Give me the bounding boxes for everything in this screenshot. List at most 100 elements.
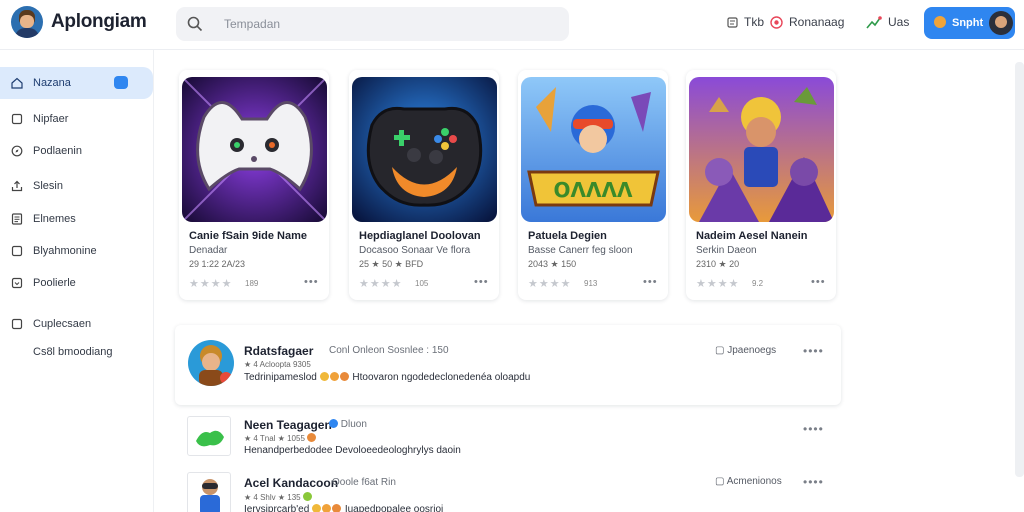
post-text: Henandperbedodee Devoloeedeologhrylys da… xyxy=(244,445,461,456)
sidebar-item-blyahmonine[interactable]: Blyahmonine xyxy=(0,235,153,267)
post-comments[interactable]: ▢ Acmenionos xyxy=(715,476,782,487)
emoji-icon xyxy=(329,372,339,381)
more-options-icon[interactable]: •••• xyxy=(803,422,824,436)
sidebar-item-slesin[interactable]: Slesin xyxy=(0,170,153,202)
post-comments-label: Jpaenoegs xyxy=(727,345,777,356)
box-icon xyxy=(11,277,23,289)
search-bar[interactable] xyxy=(176,7,569,41)
post-meta: ★ 4 Tnal ★ 1055 xyxy=(244,433,317,443)
game-card[interactable]: ΟΛΛΛΛ Patuela Degien Basse Canerr feg sl… xyxy=(518,70,668,300)
topnav-ronanaag[interactable]: Ronanaag xyxy=(770,15,844,29)
compass-icon xyxy=(11,145,23,157)
post-text-part: Iuapedpopalee oosrioi xyxy=(344,504,444,512)
rating-stars: ★★★★ xyxy=(359,278,403,290)
app-title: Aplongiam xyxy=(51,11,147,32)
signup-button-label: Snpht xyxy=(952,17,984,29)
post-text-part: Iervsiprcarb'ed xyxy=(244,504,310,512)
list-icon xyxy=(11,213,23,225)
post-author-avatar[interactable] xyxy=(187,472,231,512)
svg-text:ΟΛΛΛΛ: ΟΛΛΛΛ xyxy=(554,178,633,202)
sidebar-item-podlaenin[interactable]: Podlaenin xyxy=(0,135,153,167)
emoji-icon xyxy=(319,372,329,381)
target-icon xyxy=(770,15,783,29)
post-author-handle-text: Dluon xyxy=(340,419,367,430)
post-meta: ★ 4 Acloopta 9305 xyxy=(244,360,311,369)
sidebar-item-poolierle[interactable]: Poolierle xyxy=(0,267,153,299)
verified-icon xyxy=(329,419,338,428)
post-meta-text: ★ 4 Shlv ★ 135 xyxy=(244,493,301,502)
game-thumbnail[interactable] xyxy=(689,77,834,222)
game-card[interactable]: Canie fSain 9ide Name Denadar 29 1:22 2A… xyxy=(179,70,329,300)
post-meta: ★ 4 Shlv ★ 135 xyxy=(244,492,313,502)
game-title: Nadeim Aesel Nanein xyxy=(696,230,808,242)
more-options-icon[interactable]: ••• xyxy=(304,276,319,288)
post-author-name[interactable]: Rdatsfagaer xyxy=(244,344,313,358)
game-title: Hepdiaglanel Doolovan xyxy=(359,230,481,242)
game-meta: 29 1:22 2A/23 xyxy=(189,259,246,269)
sidebar-item-label: Poolierle xyxy=(33,277,76,289)
topnav-label: Tkb xyxy=(744,15,765,29)
emoji-icon xyxy=(322,504,332,512)
search-input[interactable] xyxy=(224,15,544,33)
post-comments-label: Acmenionos xyxy=(726,476,782,487)
post-author-name[interactable]: Acel Kandacoon xyxy=(244,476,338,490)
notification-badge xyxy=(114,76,128,89)
post-text: Iervsiprcarb'ed Iuapedpopalee oosrioi xyxy=(244,504,443,512)
signup-button[interactable]: Snpht xyxy=(924,7,1015,39)
home-icon xyxy=(11,77,23,89)
more-options-icon[interactable]: ••• xyxy=(811,276,826,288)
scrollbar[interactable] xyxy=(1015,62,1024,477)
rating-count: 9.2 xyxy=(752,279,764,288)
rating-count: 913 xyxy=(584,279,598,288)
game-developer: Serkin Daeon xyxy=(696,245,757,256)
sidebar-item-elnemes[interactable]: Elnemes xyxy=(0,203,153,235)
post-author-avatar[interactable] xyxy=(188,340,234,386)
game-developer: Basse Canerr feg sloon xyxy=(528,245,633,256)
emoji-icon xyxy=(302,492,312,501)
sidebar-item-nipfaer[interactable]: Nipfaer xyxy=(0,103,153,135)
emoji-icon xyxy=(332,504,342,512)
more-options-icon[interactable]: •••• xyxy=(803,344,824,358)
feed-post[interactable]: Neen Teagagen Dluon ★ 4 Tnal ★ 1055 Hena… xyxy=(175,410,841,465)
sidebar-item-label: Elnemes xyxy=(33,213,76,225)
upload-icon xyxy=(11,180,23,192)
post-comments[interactable]: ▢ Jpaenoegs xyxy=(715,345,776,356)
topnav-label: Uas xyxy=(888,15,910,29)
game-developer: Denadar xyxy=(189,245,228,256)
topnav-label: Ronanaag xyxy=(789,15,845,29)
post-author-handle: Ooole f6at Rin xyxy=(332,477,396,488)
game-title: Canie fSain 9ide Name xyxy=(189,230,307,242)
square-icon xyxy=(11,245,23,257)
sidebar-item-label: Cs8l bmoodiang xyxy=(33,346,113,358)
post-author-handle: Dluon xyxy=(329,419,367,430)
post-text: Tedrinipameslod Htoovaron ngodedeclonede… xyxy=(244,372,530,383)
app-logo-avatar[interactable] xyxy=(11,6,43,38)
topnav-tkb[interactable]: Tkb xyxy=(727,15,764,29)
chat-icon: ▢ xyxy=(715,345,725,356)
game-meta: 2043 ★ 150 xyxy=(528,259,577,269)
post-author-avatar[interactable] xyxy=(187,416,231,456)
post-text-part: Tedrinipameslod xyxy=(244,372,317,383)
topnav-uas[interactable]: Uas xyxy=(866,15,909,29)
rating-stars: ★★★★ xyxy=(696,278,740,290)
game-thumbnail[interactable] xyxy=(352,77,497,222)
more-options-icon[interactable]: ••• xyxy=(474,276,489,288)
sidebar-item-nazana[interactable]: Nazana xyxy=(0,67,153,99)
sidebar-item-label: Nipfaer xyxy=(33,113,69,125)
game-thumbnail[interactable] xyxy=(182,77,327,222)
heart-icon xyxy=(934,16,946,28)
feed-post[interactable]: Rdatsfagaer Conl Onleon Sosnlee : 150 ★ … xyxy=(175,325,841,405)
game-card[interactable]: Hepdiaglanel Doolovan Docasoo Sonaar Ve … xyxy=(349,70,499,300)
user-avatar[interactable] xyxy=(989,11,1013,35)
post-author-name[interactable]: Neen Teagagen xyxy=(244,418,332,432)
feed-post[interactable]: Acel Kandacoon Ooole f6at Rin ★ 4 Shlv ★… xyxy=(175,470,841,512)
game-card[interactable]: Nadeim Aesel Nanein Serkin Daeon 2310 ★ … xyxy=(686,70,836,300)
game-thumbnail[interactable]: ΟΛΛΛΛ xyxy=(521,77,666,222)
game-meta: 2310 ★ 20 xyxy=(696,259,740,269)
game-developer: Docasoo Sonaar Ve flora xyxy=(359,245,471,256)
sidebar-item-bmoodiang[interactable]: Cs8l bmoodiang xyxy=(0,336,153,368)
more-options-icon[interactable]: •••• xyxy=(803,475,824,489)
sidebar-item-label: Cuplecsaen xyxy=(33,318,92,330)
more-options-icon[interactable]: ••• xyxy=(643,276,658,288)
emoji-icon xyxy=(312,504,322,512)
